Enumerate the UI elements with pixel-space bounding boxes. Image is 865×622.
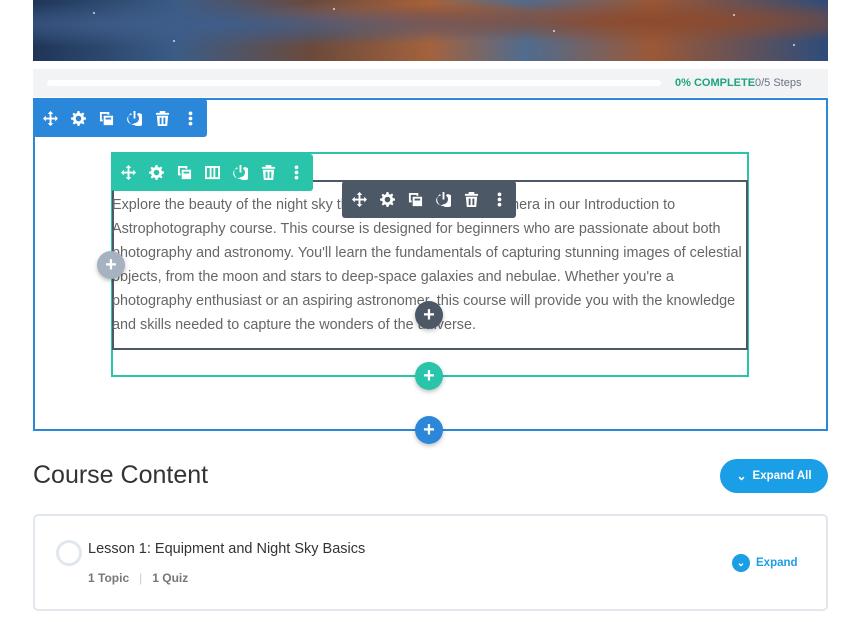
- course-progress: 0% COMPLETE 0/5 Steps: [33, 69, 828, 97]
- progress-percent: 0% COMPLETE: [675, 77, 756, 89]
- module-toolbar: [342, 181, 516, 218]
- chevron-down-icon: ⌄: [736, 469, 747, 483]
- more-vertical-icon[interactable]: [490, 191, 508, 209]
- gear-icon[interactable]: [378, 191, 396, 209]
- move-icon[interactable]: [41, 109, 59, 127]
- trash-icon[interactable]: [462, 191, 480, 209]
- gear-icon[interactable]: [69, 109, 87, 127]
- gear-icon[interactable]: [147, 164, 165, 182]
- more-vertical-icon[interactable]: [287, 164, 305, 182]
- columns-icon[interactable]: [203, 164, 221, 182]
- trash-icon[interactable]: [259, 164, 277, 182]
- course-content-heading: Course Content: [33, 461, 209, 489]
- add-row-button[interactable]: +: [415, 362, 443, 390]
- chevron-down-icon: ⌄: [732, 554, 750, 572]
- duplicate-icon[interactable]: [175, 164, 193, 182]
- expand-all-button[interactable]: ⌄ Expand All: [720, 459, 828, 493]
- move-icon[interactable]: [350, 191, 368, 209]
- expand-all-label: Expand All: [752, 470, 812, 482]
- lesson-quiz-count: 1 Quiz: [152, 571, 189, 585]
- add-column-button[interactable]: +: [97, 251, 125, 279]
- lesson-title[interactable]: Lesson 1: Equipment and Night Sky Basics: [88, 541, 365, 557]
- add-module-button[interactable]: +: [415, 301, 443, 329]
- lesson-meta: 1 Topic | 1 Quiz: [88, 571, 188, 585]
- hero-image: [33, 0, 828, 61]
- power-icon[interactable]: [125, 109, 143, 127]
- lesson-item[interactable]: Lesson 1: Equipment and Night Sky Basics…: [33, 514, 828, 611]
- lesson-status-icon: [56, 540, 82, 566]
- page: 0% COMPLETE 0/5 Steps Explore the beauty…: [0, 0, 865, 622]
- power-icon[interactable]: [434, 191, 452, 209]
- lesson-expand-label: Expand: [756, 557, 798, 569]
- lesson-topic-count: 1 Topic: [88, 571, 130, 585]
- more-vertical-icon[interactable]: [181, 109, 199, 127]
- section-toolbar: [33, 99, 207, 137]
- duplicate-icon[interactable]: [406, 191, 424, 209]
- trash-icon[interactable]: [153, 109, 171, 127]
- duplicate-icon[interactable]: [97, 109, 115, 127]
- meta-divider: |: [139, 571, 143, 585]
- power-icon[interactable]: [231, 164, 249, 182]
- lesson-expand-button[interactable]: ⌄ Expand: [732, 554, 798, 572]
- move-icon[interactable]: [119, 164, 137, 182]
- row-toolbar: [111, 154, 313, 191]
- progress-steps: 0/5 Steps: [755, 77, 802, 89]
- progress-bar: [47, 80, 661, 86]
- add-section-button[interactable]: +: [415, 416, 443, 444]
